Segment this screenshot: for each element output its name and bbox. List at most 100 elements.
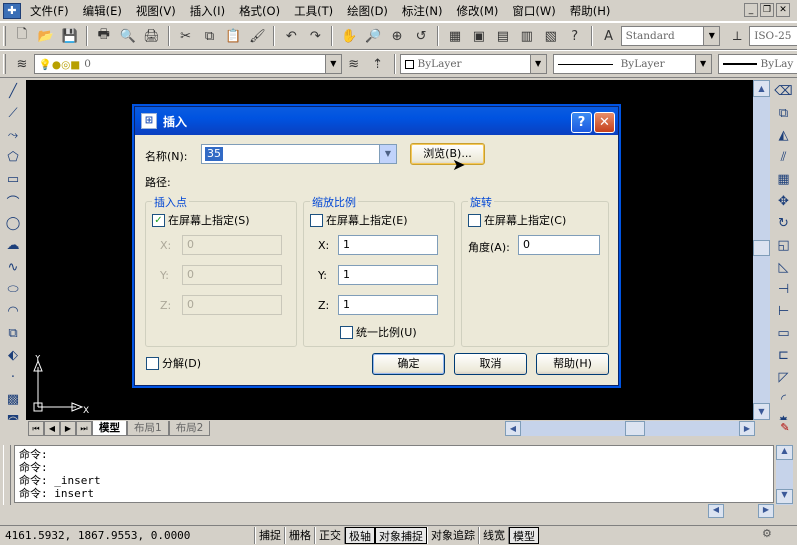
scroll-left-icon[interactable]: ◀ [505,421,521,436]
properties-icon[interactable]: ▦ [444,25,466,47]
rotation-specify-checkbox[interactable]: 在屏幕上指定(C) [468,212,566,228]
text-style-combo[interactable]: Standard ▼ [620,26,721,46]
menu-draw[interactable]: 绘图(D) [340,0,395,22]
undo-icon[interactable]: ↶ [280,25,302,47]
scroll-up-icon[interactable]: ▲ [776,445,793,460]
ellipse-icon[interactable]: ⬭ [2,278,24,300]
last-tab-icon[interactable]: ⏭ [76,421,92,436]
move-icon[interactable]: ✥ [773,190,795,212]
revision-cloud-icon[interactable]: ☁ [2,234,24,256]
next-tab-icon[interactable]: ▶ [60,421,76,436]
uniform-scale-checkbox[interactable]: 统一比例(U) [340,324,417,340]
sheet-set-icon[interactable]: ▥ [516,25,538,47]
tab-layout2[interactable]: 布局2 [168,421,211,436]
status-toggle-6[interactable]: 线宽 [479,526,509,544]
scroll-thumb[interactable] [753,240,770,256]
offset-icon[interactable]: ⫽ [773,146,795,168]
line-icon[interactable]: ╱ [2,80,24,102]
rotate-icon[interactable]: ↻ [773,212,795,234]
canvas-horizontal-scrollbar[interactable]: ◀ ▶ [505,421,755,436]
array-icon[interactable]: ▦ [773,168,795,190]
scale-icon[interactable]: ◱ [773,234,795,256]
text-style-icon[interactable]: A [598,25,620,47]
scroll-right-icon[interactable]: ▶ [739,421,755,436]
chevron-down-icon[interactable]: ▼ [324,55,341,73]
chevron-down-icon[interactable]: ▼ [379,145,396,163]
redo-icon[interactable]: ↷ [304,25,326,47]
point-icon[interactable]: · [2,366,24,388]
markup-icon[interactable]: ▧ [540,25,562,47]
match-properties-icon[interactable]: 🖌 [246,25,268,47]
close-doc-icon[interactable]: ✕ [776,3,790,17]
fillet-icon[interactable]: ◜ [773,388,795,410]
chevron-down-icon[interactable]: ▼ [529,55,546,73]
status-toggle-4[interactable]: 对象捕捉 [375,526,427,544]
layer-manager-icon[interactable]: ≋ [11,53,33,75]
lineweight-combo[interactable]: ByLay [717,54,797,74]
autocad-app-icon[interactable]: ✚ [3,2,21,19]
insertion-x-field[interactable]: 0 [182,235,282,255]
scale-x-field[interactable]: 1 [338,235,438,255]
arc-icon[interactable]: ⌒ [2,190,24,212]
ok-button[interactable]: 确定 [372,353,445,375]
menu-window[interactable]: 窗口(W) [505,0,562,22]
restore-icon[interactable]: ❐ [760,3,774,17]
pan-icon[interactable]: ✋ [338,25,360,47]
menu-dimension[interactable]: 标注(N) [395,0,450,22]
scale-z-field[interactable]: 1 [338,295,438,315]
ellipse-arc-icon[interactable]: ◠ [2,300,24,322]
menu-insert[interactable]: 插入(I) [183,0,232,22]
stretch-icon[interactable]: ◺ [773,256,795,278]
polyline-icon[interactable]: ⤳ [2,124,24,146]
scroll-down-icon[interactable]: ▼ [753,403,770,420]
cancel-button[interactable]: 取消 [454,353,527,375]
scroll-down-icon[interactable]: ▼ [776,489,793,504]
open-file-icon[interactable]: 📂 [35,25,57,47]
copy-object-icon[interactable]: ⧉ [773,102,795,124]
minimize-icon[interactable]: _ [744,3,758,17]
construction-line-icon[interactable]: ⟋ [2,102,24,124]
chamfer-icon[interactable]: ◸ [773,366,795,388]
toolbar-grip[interactable] [3,54,6,74]
join-icon[interactable]: ⊏ [773,344,795,366]
insert-block-icon[interactable]: ⧉ [2,322,24,344]
command-window-grip[interactable] [3,445,11,505]
paste-icon[interactable]: 📋 [223,25,245,47]
menu-help[interactable]: 帮助(H) [563,0,618,22]
tab-layout1[interactable]: 布局1 [127,421,169,436]
make-block-icon[interactable]: ⬖ [2,344,24,366]
help-toolbar-icon[interactable]: ? [564,25,586,47]
linetype-combo[interactable]: ByLayer ▼ [552,54,712,74]
menu-format[interactable]: 格式(O) [232,0,287,22]
menu-edit[interactable]: 编辑(E) [76,0,129,22]
status-toggle-7[interactable]: 模型 [509,526,539,544]
copy-icon[interactable]: ⧉ [199,25,221,47]
zoom-window-icon[interactable]: ⊕ [386,25,408,47]
layer-combo[interactable]: 💡●◎■ 0 ▼ [33,54,342,74]
tray-settings-icon[interactable]: ⚙ [762,527,780,543]
publish-icon[interactable]: 🖨 [141,25,163,47]
status-toggle-1[interactable]: 栅格 [285,526,315,544]
design-center-icon[interactable]: ▣ [468,25,490,47]
tab-model[interactable]: 模型 [92,421,127,436]
cut-icon[interactable]: ✂ [175,25,197,47]
command-window[interactable]: 命令: 命令: 命令: _insert 命令: insert [14,445,774,503]
status-toggle-3[interactable]: 极轴 [345,526,375,544]
scale-specify-checkbox[interactable]: 在屏幕上指定(E) [310,212,408,228]
color-combo[interactable]: ByLayer ▼ [399,54,547,74]
circle-icon[interactable]: ◯ [2,212,24,234]
save-icon[interactable]: 💾 [59,25,81,47]
erase-icon[interactable]: ⌫ [773,80,795,102]
spline-icon[interactable]: ∿ [2,256,24,278]
break-icon[interactable]: ▭ [773,322,795,344]
menu-modify[interactable]: 修改(M) [450,0,506,22]
layer-previous-icon[interactable]: ⇡ [367,53,389,75]
trim-icon[interactable]: ⊣ [773,278,795,300]
print-icon[interactable]: 🖶 [93,25,115,47]
toolbar-grip[interactable] [3,26,6,46]
status-toggle-5[interactable]: 对象追踪 [427,526,479,544]
dialog-titlebar[interactable]: ⊞ 插入 ? ✕ [135,107,618,135]
scroll-right-icon[interactable]: ▶ [758,504,774,518]
rectangle-icon[interactable]: ▭ [2,168,24,190]
zoom-realtime-icon[interactable]: 🔎 [362,25,384,47]
